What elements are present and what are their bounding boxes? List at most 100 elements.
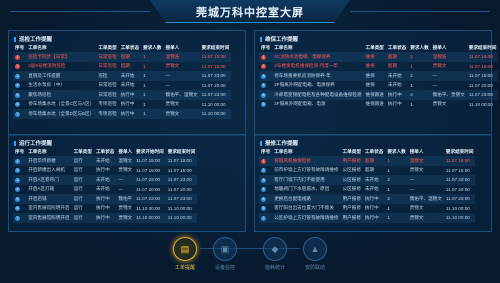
table-row[interactable]: 6 室内售展馆照明开启 运行 执行中 贾锦文 11.10 00:00 11.10 00:00 <box>13 204 197 214</box>
page-title: 莞城万科中控室大屏 <box>196 7 304 19</box>
table-row[interactable]: 6 客厅阳台出去位置大门不能关 用户报修 执行中 1 贾锦文 11.10 00:00 <box>259 204 475 214</box>
table-row[interactable]: 3 停车场重要机房消防保养-年 维保 未开始 2—11.07 15:00 <box>259 71 499 81</box>
nav-equipment[interactable]: ▣ 设备监控 <box>206 237 244 271</box>
operation-panel: 运行工作提醒 序号 工单名称 工单类型 工单状态 接单人 要求开始时间 要求结束时间 1 开启华… <box>8 134 246 232</box>
cell-name: 室内售展馆照明开启 <box>26 213 72 223</box>
column-header: 工单名称 <box>28 149 47 154</box>
energy-icon: ◆ <box>263 237 287 261</box>
table-row[interactable]: 5 冷却塔变频配电柜及各种配电设备维保检测 维保跟进 执行中 4 魏佑平、贾锦文 11.07… <box>259 90 499 100</box>
table-header-row: 序号 工单名称 工单类型 工单状态 要求人数 接单人 要求结束时间 <box>259 44 498 52</box>
cell-type: 运行 <box>73 167 83 173</box>
cell-no: 7 <box>13 109 27 119</box>
column-header: 要求人数 <box>410 45 429 50</box>
row-index-badge: 6 <box>261 206 266 212</box>
cell-no: 4 <box>259 81 272 91</box>
row-index-badge: 1 <box>261 54 266 60</box>
row-index-badge: 6 <box>15 206 20 212</box>
table-row[interactable]: 1 排烟风机维保检修 用户报修 超期 1 温锦文 11.07 16:00 <box>259 156 476 166</box>
cell-time: 11.07 15:00 <box>466 71 499 81</box>
cell-status: 超期 <box>362 156 386 166</box>
cell-time: 11.10 00:00 <box>443 213 476 223</box>
table-row[interactable]: 4 开启A区灯箱 运行 未开始 — 11.07 20:00 11.07 20:00 <box>13 185 197 195</box>
row-index-badge: 1 <box>261 158 266 164</box>
cell-person: — <box>165 82 171 88</box>
table-row[interactable]: 5 聚焦场巡检 日常巡检 执行中 1 魏佑平、温锦文 11.07 23:00 <box>13 90 232 100</box>
column-header: 工单状态 <box>364 149 384 154</box>
table-row[interactable]: 6 停车场集水坑（全景C区与A区） 专项巡检 执行中 1 贾锦文 11.10 00:00 <box>13 100 231 110</box>
cell-status: 超期 <box>120 63 130 69</box>
cell-person: 温锦文 <box>407 156 444 166</box>
cell-name: 客厅门墙下内灯不能使用 <box>272 175 341 185</box>
cell-person: 贾锦文 <box>165 101 180 107</box>
cell-time: 11.07 15:00 <box>165 156 198 166</box>
cell-time: 11.07 15:00 <box>199 52 232 62</box>
table-row[interactable]: 3 开启A区卷帘门 运行 未开始 —11.07 23:00 11.07 23:00 <box>13 175 198 185</box>
patrol-panel: 巡检工作提醒 序号 工单名称 工单类型 工单状态 要求人数 接单人 要求结束时间 1 巡检卡同步… <box>8 30 246 136</box>
table-row[interactable]: 2 开启新楼出入闸机 运行 执行中 贾锦文 11.07 15:00 11.07 15:00 <box>13 166 197 176</box>
cell-name: 客厅阳台出去位置大门不能关 <box>274 205 334 211</box>
cell-count: 2 <box>408 52 431 62</box>
cell-no: 5 <box>259 194 273 204</box>
table-row[interactable]: 3 直销及工作提醒 巡检 未开始 1—11.07 23:00 <box>13 71 232 81</box>
table-row[interactable]: 2 2号楼发电机维保检测-月度一年 维保 超期 1 贾锦文 11.07 16:00 <box>259 62 498 72</box>
table-row[interactable]: 6 2F隔离外网配电箱、电源 维保跟进 执行中 1 贾锦文 11.10 00:00 <box>259 100 498 110</box>
table-row[interactable]: 4 生活水泵房（中） 日常巡检 未开始 1 — 11.07 20:00 <box>13 81 231 91</box>
cell-no: 1 <box>13 156 27 166</box>
nav-energy[interactable]: ◆ 能耗统计 <box>256 237 294 271</box>
column-header: 要求人数 <box>387 149 406 154</box>
table-row[interactable]: 7 室内售展馆照明开启 运行 执行中 贾锦文 11.10 00:00 11.10 00:00 <box>13 213 198 223</box>
nav-work-order[interactable]: ▤ 工单提醒 <box>166 237 204 271</box>
cell-no: 5 <box>259 90 273 100</box>
cell-status: 执行中 <box>93 194 117 204</box>
row-index-badge: 2 <box>15 64 20 70</box>
cell-type: 公区报修 <box>342 167 361 173</box>
cell-name: 地暖阀门下水管漏水，原因 <box>274 186 330 192</box>
row-index-badge: 1 <box>15 158 20 164</box>
cell-name: 2号楼发电机维保检测-月度一年 <box>274 63 339 69</box>
cell-person: — <box>407 175 444 185</box>
table-row[interactable]: 5 更换后台配电线路 用户报修 执行中 2 魏佑平、温锦文 11.07 23:00 <box>259 194 476 204</box>
cell-status: 执行中 <box>93 213 117 223</box>
cell-name: 停车场集水坑（全景D区与B区） <box>26 109 97 119</box>
table-row[interactable]: 4 地暖阀门下水管漏水，原因 公区报修 未开始 1 — 11.07 20:00 <box>259 185 475 195</box>
cell-status: 执行中 <box>118 109 142 119</box>
cell-type: 运行 <box>71 213 94 223</box>
row-index-badge: 7 <box>261 215 266 221</box>
cell-count: 1 <box>410 101 413 107</box>
cell-start: 11.07 15:00 <box>134 156 166 166</box>
column-header: 要求结束时间 <box>167 149 196 154</box>
cell-person: — <box>430 71 467 81</box>
cell-name: 巡检卡同步【日常】 <box>26 52 97 62</box>
cell-time: 11.07 15:00 <box>201 63 226 69</box>
table-row[interactable]: 1 2C消防水池电梯、电梯保养 维保 超期 2 温锦浩 11.07 16:00 <box>259 52 499 62</box>
table-row[interactable]: 7 停车场集水坑（全景D区与B区） 专项巡检 执行中 1 贾锦文 11.10 00:00 <box>13 109 232 119</box>
cell-person: 温锦浩 <box>430 52 467 62</box>
cell-status: 执行中 <box>95 205 110 211</box>
cell-status: 未开始 <box>120 82 135 88</box>
column-header: 工单类型 <box>342 149 361 154</box>
cell-name: 开启A区灯箱 <box>28 186 55 192</box>
table-row[interactable]: 4 2F隔离外网配电箱、电源保养 维保 未开始 1 — 11.07 20:00 <box>259 81 498 91</box>
table-row[interactable]: 1 巡检卡同步【日常】 日常巡检 超期 1 温锦浩 11.07 15:00 <box>13 52 232 62</box>
cell-type: 公区报修 <box>340 175 363 185</box>
cell-no: 1 <box>259 156 273 166</box>
table-row[interactable]: 3 客厅门墙下内灯不能使用 公区报修 未开始 2—11.07 23:00 <box>259 175 476 185</box>
table-row[interactable]: 2 2层5号楼消防巡检 日常巡检 超期 1 贾锦文 11.07 15:00 <box>13 62 231 72</box>
nav-security[interactable]: ▲ 安防联动 <box>296 237 334 271</box>
table-row[interactable]: 7 公区护墙上方灯管有故障请维修 用户报修 执行中 1 贾锦文 11.10 00:00 <box>259 213 476 223</box>
cell-type: 维保 <box>363 52 386 62</box>
cell-status: 执行中 <box>362 213 386 223</box>
nav-label: 设备监控 <box>214 265 235 271</box>
cell-time: 11.07 23:00 <box>443 194 476 204</box>
cell-type: 维保跟进 <box>363 90 386 100</box>
table-row[interactable]: 2 前市护墙上方灯管有故障请维修 公区报修 超期 1 贾锦文 11.07 15:00 <box>259 166 475 176</box>
cell-time: 11.10 00:00 <box>165 213 198 223</box>
row-index-badge: 3 <box>15 177 20 183</box>
row-index-badge: 5 <box>15 92 20 98</box>
nav-label: 能耗统计 <box>264 265 285 271</box>
cell-type: 维保跟进 <box>365 101 384 107</box>
cell-count: 1 <box>141 109 164 119</box>
table-row[interactable]: 5 开启店铺 运行 执行中 魏佑平 11.07 23:00 11.07 23:00 <box>13 194 198 204</box>
table-row[interactable]: 1 开启华侨新楼 运行 未开始 温锦文 11.07 15:00 11.07 15:00 <box>13 156 198 166</box>
cell-person: — <box>116 175 135 185</box>
